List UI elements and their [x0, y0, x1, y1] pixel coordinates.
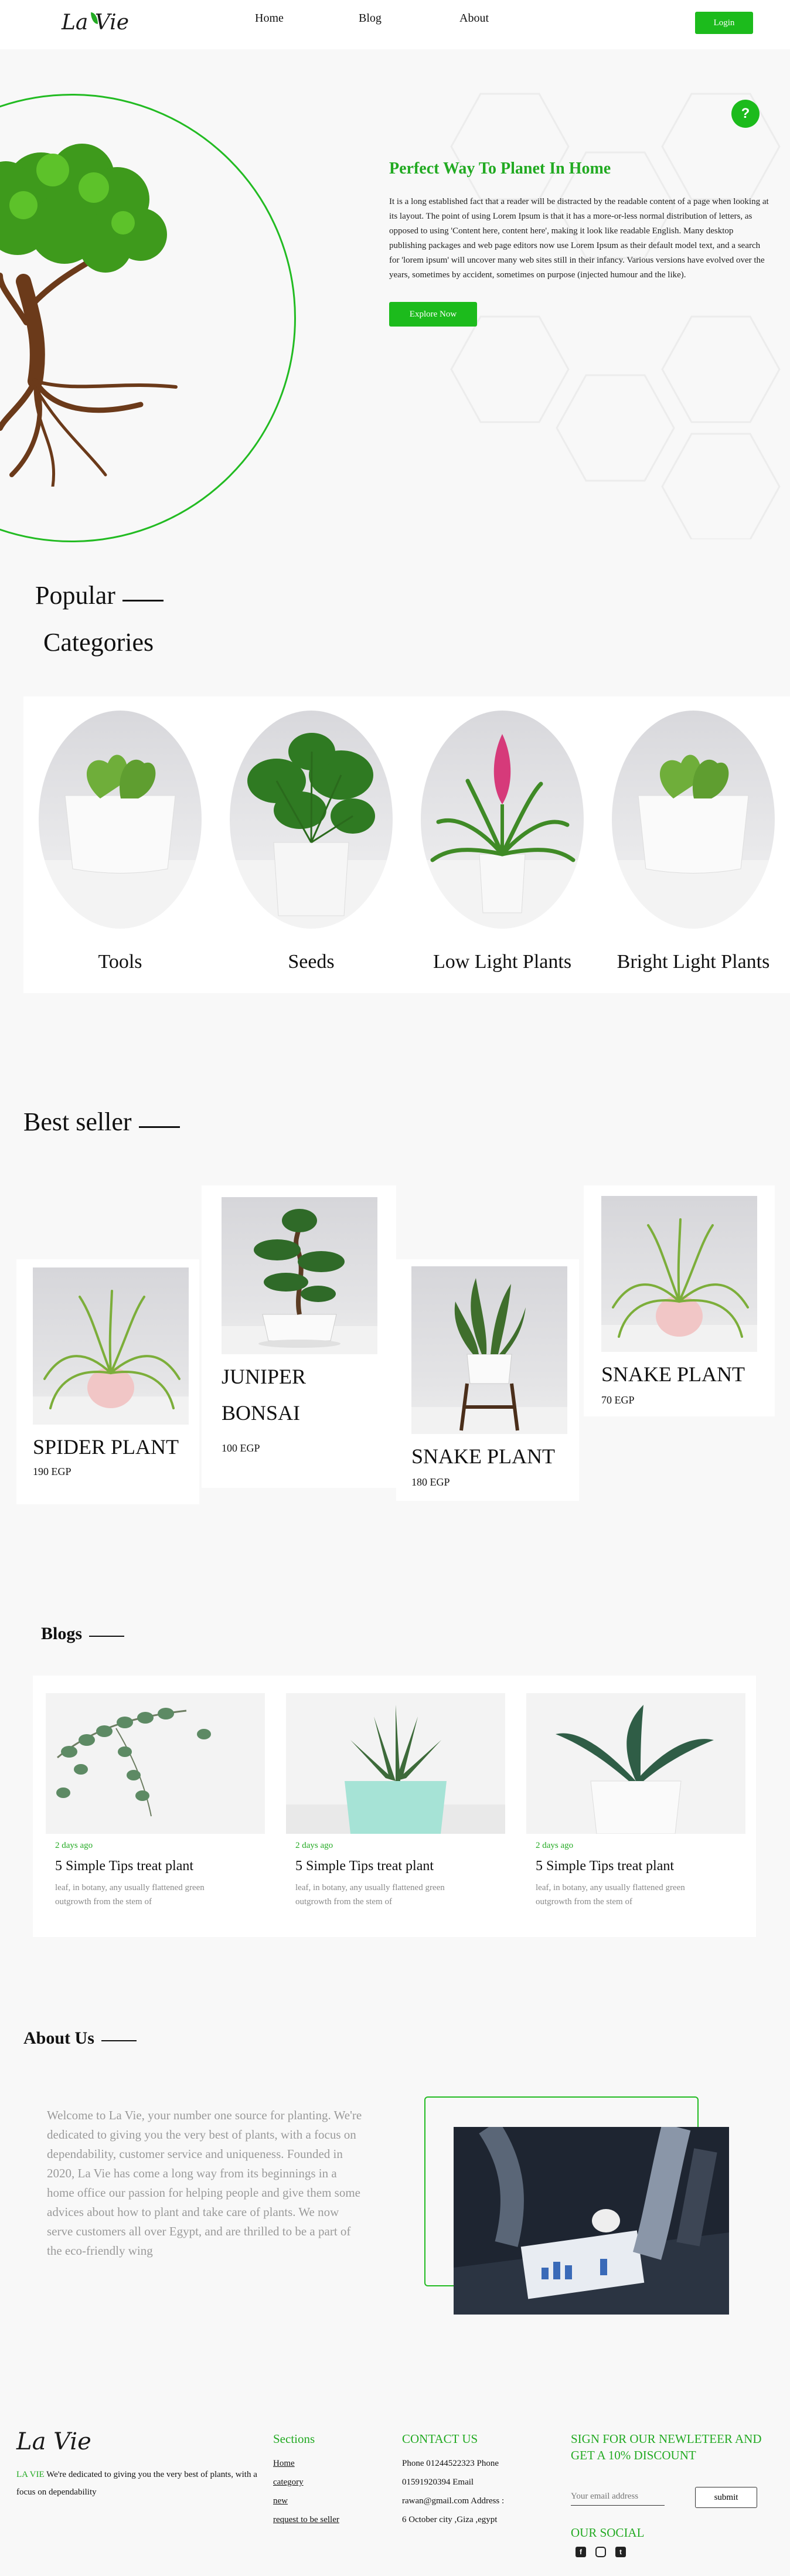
footer-link-category[interactable]: category — [273, 2478, 304, 2487]
footer-link-request-seller[interactable]: request to be seller — [273, 2515, 339, 2525]
header: La Vie Home Blog About Login — [0, 0, 790, 49]
category-label: Tools — [98, 951, 142, 973]
spider-plant-icon — [33, 1290, 189, 1425]
category-image — [39, 711, 202, 929]
footer-about-text: We're dedicated to giving you the very b… — [16, 2470, 257, 2497]
team-meeting-icon — [454, 2127, 729, 2315]
product-image — [601, 1196, 757, 1352]
blog-image[interactable] — [286, 1693, 505, 1834]
explore-now-button[interactable]: Explore Now — [389, 302, 477, 327]
product-image — [33, 1267, 189, 1425]
footer-link-home[interactable]: Home — [273, 2459, 295, 2469]
monstera-plant-icon — [230, 733, 393, 929]
category-card-seeds[interactable]: Seeds — [230, 711, 393, 973]
categories-title-line2: Categories — [43, 628, 154, 657]
hero-text: It is a long established fact that a rea… — [389, 197, 769, 280]
blog-image[interactable] — [46, 1693, 265, 1834]
eucalyptus-branch-icon — [46, 1693, 265, 1834]
blog-description: leaf, in botany, any usually flattened g… — [295, 1883, 445, 1906]
product-name: SNAKE PLANT — [411, 1445, 556, 1468]
title-underline — [138, 1126, 180, 1128]
product-card[interactable]: JUNIPER BONSAI 100 EGP — [202, 1185, 396, 1488]
contact-line: 01591920394 Email — [402, 2478, 474, 2487]
nav-home[interactable]: Home — [255, 12, 284, 25]
product-image — [222, 1197, 377, 1354]
about-title: About Us — [23, 2028, 137, 2048]
category-card-tools[interactable]: Tools — [39, 711, 202, 973]
snake-plant-icon — [526, 1693, 745, 1834]
twitter-icon[interactable]: t — [615, 2547, 626, 2557]
category-image — [230, 711, 393, 929]
product-card[interactable]: SNAKE PLANT 180 EGP — [396, 1259, 579, 1501]
category-image — [421, 711, 584, 929]
bromeliad-plant-icon — [421, 734, 584, 929]
product-card[interactable]: SPIDER PLANT 190 EGP — [16, 1259, 199, 1504]
bestseller-title: Best seller — [23, 1107, 180, 1137]
title-underline — [101, 2040, 137, 2041]
product-image — [411, 1266, 567, 1434]
contact-line: rawan@gmail.com Address : — [402, 2496, 505, 2506]
blog-title[interactable]: 5 Simple Tips treat plant — [55, 1858, 193, 1874]
aloe-plant-icon — [286, 1693, 505, 1834]
contact-line: 6 October city ,Giza ,egypt — [402, 2515, 498, 2524]
product-name: SPIDER PLANT — [33, 1435, 179, 1459]
about-photo — [454, 2127, 729, 2315]
page: La Vie Home Blog About Login ? Perfect W… — [0, 0, 790, 2576]
category-image — [612, 711, 775, 929]
footer-about: LA VIE We're dedicated to giving you the… — [16, 2466, 263, 2501]
contact-line: Phone 01244522323 Phone — [402, 2459, 499, 2468]
nav-about[interactable]: About — [459, 12, 489, 25]
title-underline — [122, 600, 164, 601]
blog-date: 2 days ago — [536, 1841, 574, 1850]
hoya-heart-plant-icon — [39, 755, 202, 929]
category-label: Seeds — [288, 951, 335, 973]
product-price: 100 EGP — [222, 1442, 260, 1454]
logo[interactable]: La Vie — [62, 11, 129, 35]
category-label: Bright Light Plants — [617, 951, 770, 973]
footer-logo[interactable]: La Vie — [16, 2428, 91, 2455]
about-text: Welcome to La Vie, your number one sourc… — [47, 2108, 362, 2258]
hoya-heart-plant-icon — [612, 755, 775, 929]
blog-description: leaf, in botany, any usually flattened g… — [55, 1883, 205, 1906]
instagram-icon[interactable] — [595, 2547, 606, 2557]
blog-date: 2 days ago — [295, 1841, 333, 1850]
product-name-line2: BONSAI — [222, 1401, 301, 1425]
categories-title-line1: Popular — [35, 580, 164, 610]
newsletter-submit-button[interactable]: submit — [695, 2487, 757, 2508]
login-button[interactable]: Login — [695, 12, 753, 34]
spider-plant-icon — [601, 1218, 757, 1352]
bonsai-icon — [222, 1209, 377, 1354]
title-underline — [89, 1636, 125, 1637]
blog-title[interactable]: 5 Simple Tips treat plant — [295, 1858, 434, 1874]
nav-blog[interactable]: Blog — [359, 12, 382, 25]
product-name-line1: JUNIPER — [222, 1365, 307, 1388]
blog-description: leaf, in botany, any usually flattened g… — [536, 1883, 685, 1906]
social-title: OUR SOCIAL — [571, 2526, 645, 2540]
product-price: 190 EGP — [33, 1466, 71, 1477]
footer-brand-name: LA VIE — [16, 2470, 45, 2479]
product-price: 180 EGP — [411, 1476, 450, 1488]
footer-contact-title: CONTACT US — [402, 2432, 478, 2446]
blog-date: 2 days ago — [55, 1841, 93, 1850]
category-card-bright-light-plants[interactable]: Bright Light Plants — [612, 711, 775, 973]
tree-illustration — [0, 144, 178, 487]
category-card-low-light-plants[interactable]: Low Light Plants — [421, 711, 584, 973]
footer-link-new[interactable]: new — [273, 2496, 288, 2506]
snake-plant-icon — [411, 1278, 567, 1434]
facebook-icon[interactable]: f — [576, 2547, 586, 2557]
product-card[interactable]: SNAKE PLANT 70 EGP — [584, 1185, 775, 1416]
blog-image[interactable] — [526, 1693, 745, 1834]
newsletter-title: SIGN FOR OUR NEWLETEER AND GET A 10% DIS… — [571, 2432, 762, 2462]
category-label: Low Light Plants — [433, 951, 572, 973]
product-name: SNAKE PLANT — [601, 1362, 745, 1386]
product-price: 70 EGP — [601, 1394, 635, 1406]
newsletter-email-input[interactable] — [571, 2488, 665, 2506]
hero-title: Perfect Way To Planet In Home — [389, 159, 611, 178]
blogs-title: Blogs — [41, 1624, 125, 1644]
blog-title[interactable]: 5 Simple Tips treat plant — [536, 1858, 674, 1874]
footer-sections-title: Sections — [273, 2432, 315, 2446]
help-button[interactable]: ? — [731, 100, 760, 128]
